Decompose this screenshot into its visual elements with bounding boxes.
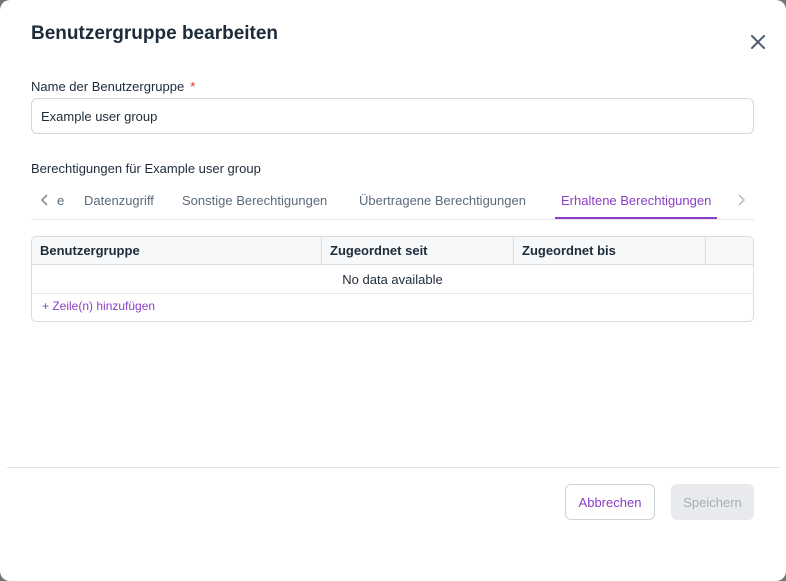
tab-datenzugriff[interactable]: Datenzugriff: [84, 184, 154, 219]
tab-uebertragene-berechtigungen[interactable]: Übertragene Berechtigungen: [359, 184, 526, 219]
dialog-title: Benutzergruppe bearbeiten: [31, 23, 279, 44]
table-header: Benutzergruppe Zugeordnet seit Zugeordne…: [32, 237, 753, 265]
column-header-zugeordnet-seit[interactable]: Zugeordnet seit: [322, 237, 514, 265]
edit-user-group-dialog: Benutzergruppe bearbeiten Name der Benut…: [0, 0, 786, 581]
empty-state: No data available: [32, 266, 753, 294]
cancel-button[interactable]: Abbrechen: [565, 484, 655, 520]
chevron-right-icon[interactable]: [735, 192, 747, 208]
close-icon[interactable]: [748, 32, 768, 52]
footer-divider: [7, 467, 779, 468]
tab-truncated[interactable]: e: [57, 184, 65, 218]
permissions-tabs: e Datenzugriff Sonstige Berechtigungen Ü…: [31, 184, 754, 220]
tab-sonstige-berechtigungen[interactable]: Sonstige Berechtigungen: [182, 184, 327, 219]
required-marker: *: [190, 79, 196, 94]
tab-erhaltene-berechtigungen[interactable]: Erhaltene Berechtigungen: [555, 184, 718, 219]
permissions-label: Berechtigungen für Example user group: [31, 161, 261, 176]
chevron-left-icon[interactable]: [39, 192, 51, 208]
received-permissions-table: Benutzergruppe Zugeordnet seit Zugeordne…: [31, 236, 754, 322]
column-header-zugeordnet-bis[interactable]: Zugeordnet bis: [514, 237, 706, 265]
add-row-link[interactable]: + Zeile(n) hinzufügen: [42, 299, 155, 313]
group-name-label-text: Name der Benutzergruppe: [31, 79, 185, 94]
group-name-input[interactable]: [31, 98, 754, 134]
group-name-label: Name der Benutzergruppe *: [31, 79, 195, 94]
column-header-benutzergruppe[interactable]: Benutzergruppe: [32, 237, 322, 265]
save-button[interactable]: Speichern: [671, 484, 754, 520]
